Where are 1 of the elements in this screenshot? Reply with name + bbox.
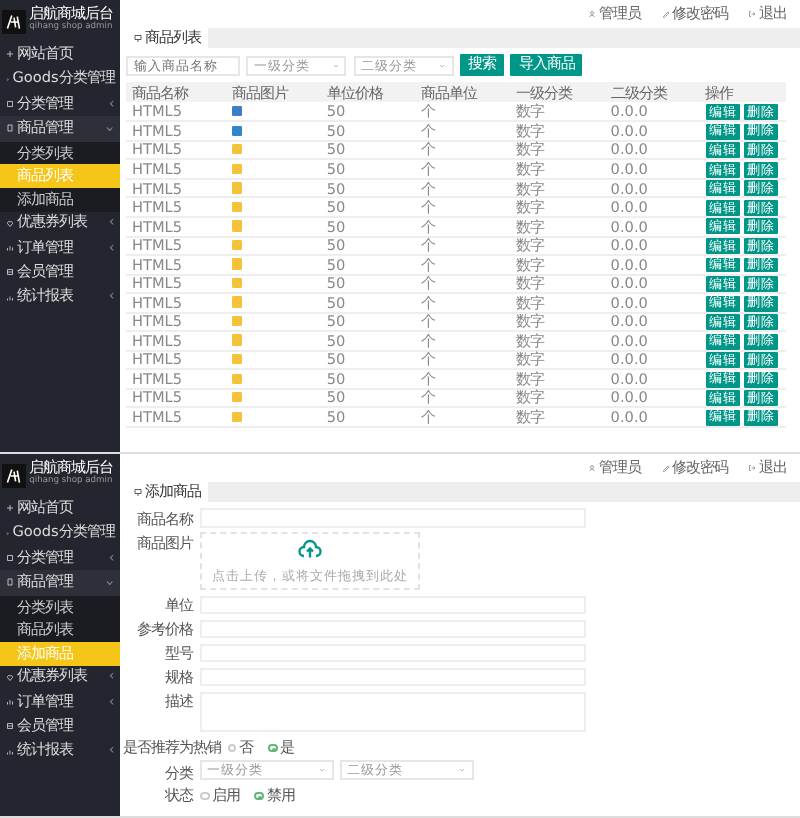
upload-cloud-icon <box>297 537 322 562</box>
